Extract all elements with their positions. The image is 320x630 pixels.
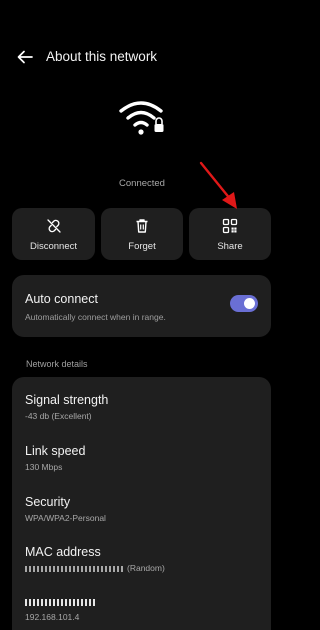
share-label: Share: [217, 241, 243, 252]
auto-connect-title: Auto connect: [25, 292, 98, 306]
detail-value: WPA/WPA2-Personal: [25, 513, 106, 523]
auto-connect-card: Auto connect Automatically connect when …: [12, 275, 271, 337]
mac-random-label: (Random): [127, 563, 165, 573]
forget-button[interactable]: Forget: [101, 208, 183, 260]
detail-security: Security WPA/WPA2-Personal: [25, 495, 255, 523]
detail-ip-address: 192.168.101.4: [25, 595, 255, 622]
link-off-icon: [46, 219, 61, 233]
network-details-card: Signal strength -43 db (Excellent) Link …: [12, 377, 271, 630]
arrow-left-icon: [17, 50, 33, 64]
disconnect-label: Disconnect: [30, 241, 77, 252]
page-title: About this network: [46, 49, 158, 64]
detail-link-speed: Link speed 130 Mbps: [25, 444, 255, 472]
redacted-key: [25, 599, 97, 606]
auto-connect-subtitle: Automatically connect when in range.: [25, 312, 166, 322]
red-arrow-icon: [199, 161, 237, 209]
auto-connect-toggle[interactable]: [230, 295, 258, 312]
detail-key: Signal strength: [25, 393, 109, 407]
detail-key: Security: [25, 495, 71, 509]
detail-value: (Random): [25, 563, 255, 573]
qr-code-icon: [222, 218, 238, 234]
forget-label: Forget: [128, 241, 156, 252]
redacted-mac: [25, 565, 125, 572]
wifi-lock-icon: [118, 97, 168, 137]
section-label: Network details: [26, 359, 88, 369]
detail-value: 192.168.101.4: [25, 612, 80, 622]
top-bar: About this network: [0, 40, 284, 74]
detail-key: Link speed: [25, 444, 86, 458]
toggle-knob: [244, 298, 255, 309]
back-button[interactable]: [14, 46, 36, 68]
detail-key: MAC address: [25, 545, 101, 559]
disconnect-button[interactable]: Disconnect: [12, 208, 95, 260]
detail-signal-strength: Signal strength -43 db (Excellent): [25, 393, 255, 421]
detail-value: 130 Mbps: [25, 462, 63, 472]
detail-value: -43 db (Excellent): [25, 411, 92, 421]
detail-mac-address: MAC address (Random): [25, 545, 255, 573]
share-button[interactable]: Share: [189, 208, 271, 260]
trash-icon: [136, 219, 148, 233]
